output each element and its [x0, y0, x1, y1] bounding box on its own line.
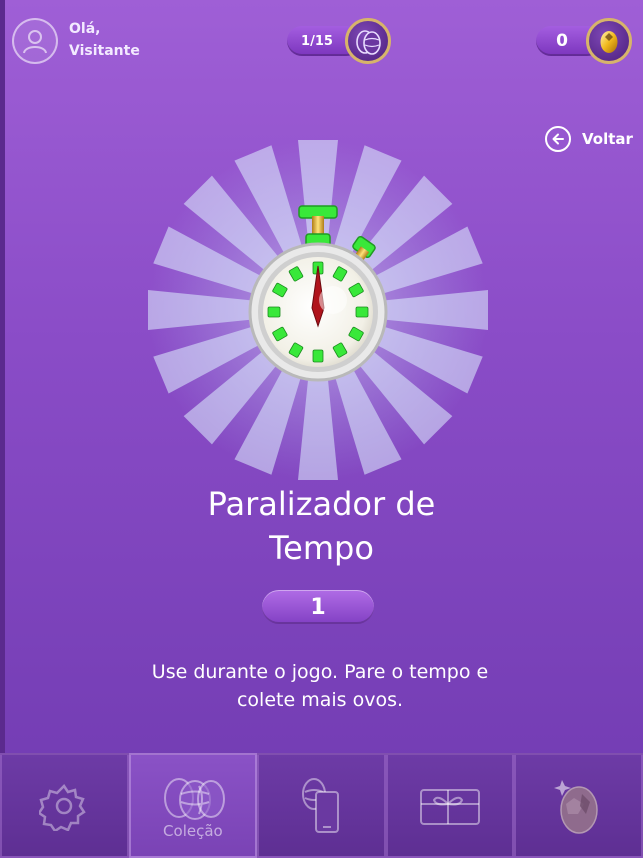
- left-edge-strip: [0, 0, 5, 858]
- back-label: Voltar: [582, 130, 633, 148]
- nav-settings[interactable]: [0, 753, 129, 858]
- greeting: Olá, Visitante: [69, 18, 140, 62]
- nav-collection-label: Coleção: [163, 821, 223, 840]
- nav-golden-egg[interactable]: [514, 753, 643, 858]
- nav-gift-shop[interactable]: [385, 753, 515, 858]
- item-quantity-badge: 1: [262, 590, 374, 624]
- user-icon: [23, 30, 47, 54]
- nav-mobile-eggs[interactable]: [257, 753, 386, 858]
- arrow-left-icon: [545, 126, 571, 152]
- back-button[interactable]: Voltar: [545, 126, 633, 152]
- user-profile[interactable]: Olá, Visitante: [12, 18, 140, 64]
- phone-egg-icon: [302, 777, 340, 833]
- item-description: Use durante o jogo. Pare o tempo e colet…: [120, 658, 520, 714]
- decorated-egg-icon: [345, 18, 391, 64]
- nav-collection[interactable]: Coleção: [128, 753, 258, 858]
- bottom-nav: Coleção: [0, 753, 643, 858]
- gear-icon: [39, 783, 87, 831]
- item-title-line-2: Tempo: [269, 529, 374, 567]
- eggs-counter[interactable]: 1/15: [287, 18, 397, 64]
- stopwatch-illustration: [123, 130, 513, 510]
- item-description-line-1: Use durante o jogo. Pare o tempo e: [151, 661, 489, 683]
- greeting-line-2: Visitante: [69, 43, 140, 59]
- golden-egg-icon: [586, 18, 632, 64]
- gift-card-icon: [420, 788, 481, 825]
- item-title-line-1: Paralizador de: [207, 485, 436, 523]
- avatar[interactable]: [12, 18, 58, 64]
- gold-egg-counter[interactable]: 0: [536, 18, 636, 64]
- greeting-line-1: Olá,: [69, 21, 101, 37]
- item-title: Paralizador de Tempo: [0, 482, 643, 570]
- crystal-egg-icon: [553, 779, 598, 834]
- eggs-collection-icon: [163, 777, 225, 820]
- item-description-line-2: colete mais ovos.: [236, 689, 404, 711]
